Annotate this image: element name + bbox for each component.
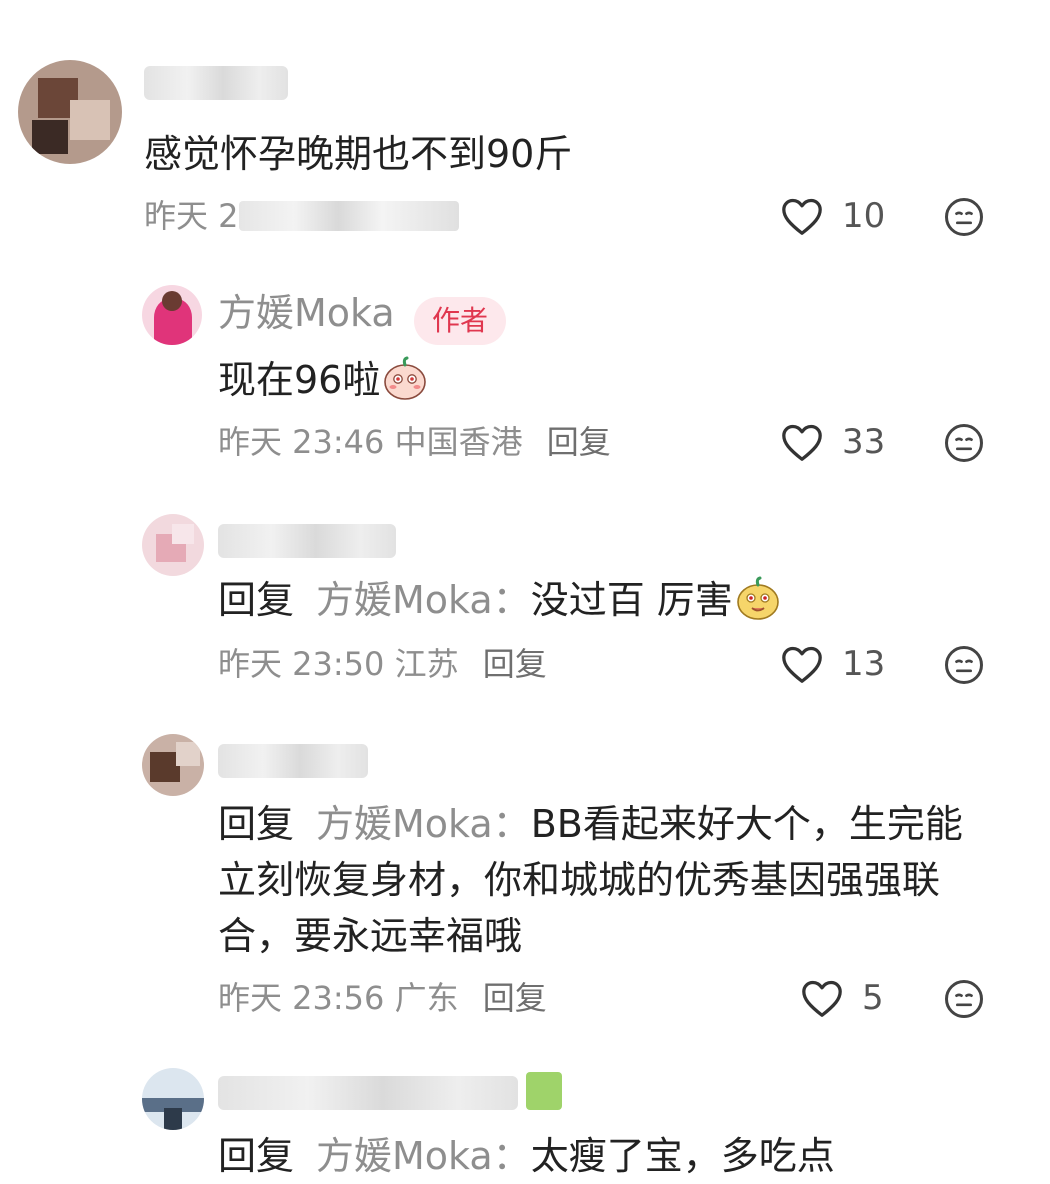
reply-to-name[interactable]: 方媛Moka： [316,1134,531,1178]
author-avatar[interactable] [142,285,202,345]
author-badge: 作者 [414,297,507,345]
like-count: 13 [842,644,886,684]
comment-3: 回复 方媛Moka：没过百 厉害 昨天 23:50 江苏 回复 13 [0,500,1050,720]
heart-outline-icon [782,198,822,235]
heart-outline-icon [782,646,822,683]
avatar[interactable] [142,514,204,576]
timestamp: 昨天 23:46 [218,423,385,461]
reply-link[interactable]: 回复 [483,979,547,1017]
reply-link[interactable]: 回复 [483,645,547,683]
comment-meta: 昨天 23:56 广东 回复 [218,982,547,1014]
comment-1: 感觉怀孕晚期也不到90斤 昨天 2 10 [0,0,1050,270]
reply-to-name[interactable]: 方媛Moka： [316,802,531,846]
avatar[interactable] [18,60,122,164]
reply-word: 回复 [218,802,295,846]
comment-text: 回复 方媛Moka：没过百 厉害 [218,572,978,628]
reply-word: 回复 [218,578,295,622]
like-button[interactable]: 5 [800,978,884,1018]
comment-4: 回复 方媛Moka：BB看起来好大个，生完能立刻恢复身材，你和城城的优秀基因强强联… [0,720,1050,1060]
like-count: 5 [862,978,884,1018]
comment-text: 现在96啦 [218,352,978,408]
comment-body: 现在96啦 [218,358,381,402]
like-button[interactable]: 10 [780,196,885,236]
comment-body: 太瘦了宝，多吃点 [530,1134,835,1178]
location: 广东 [394,979,459,1017]
avatar[interactable] [142,1068,204,1130]
like-count: 10 [842,196,886,236]
emoji-reaction-icon[interactable] [944,645,984,685]
reply-link[interactable]: 回复 [547,423,611,461]
yellow-face-emoji [736,576,779,620]
heart-outline-icon [782,424,822,461]
emoji-reaction-icon[interactable] [944,979,984,1019]
comment-meta: 昨天 23:50 江苏 回复 [218,648,547,680]
comment-5: 回复 方媛Moka：太瘦了宝，多吃点 [0,1060,1050,1178]
username-blurred[interactable] [218,524,396,558]
timestamp: 昨天 23:50 [218,645,385,683]
timestamp: 昨天 2 [144,197,239,235]
emoji-reaction-icon[interactable] [944,197,984,237]
like-button[interactable]: 33 [780,422,885,462]
username-emoji-blurred [526,1072,562,1110]
comment-text: 回复 方媛Moka：BB看起来好大个，生完能立刻恢复身材，你和城城的优秀基因强强联… [218,796,978,964]
username-blurred[interactable] [144,66,288,100]
avatar[interactable] [142,734,204,796]
timestamp: 昨天 23:56 [218,979,385,1017]
like-button[interactable]: 13 [780,644,885,684]
comment-meta: 昨天 23:46 中国香港 回复 [218,426,611,458]
blushing-face-emoji [384,356,427,400]
like-count: 33 [842,422,886,462]
comment-text: 回复 方媛Moka：太瘦了宝，多吃点 [218,1128,978,1184]
meta-blurred [238,201,459,231]
comment-meta: 昨天 2 [144,200,459,232]
username-blurred[interactable] [218,744,368,778]
comment-text: 感觉怀孕晚期也不到90斤 [144,132,573,176]
comment-body: 没过百 厉害 [530,578,733,622]
reply-word: 回复 [218,1134,295,1178]
reply-to-name[interactable]: 方媛Moka： [316,578,531,622]
heart-outline-icon [802,980,842,1017]
location: 江苏 [394,645,459,683]
author-name[interactable]: 方媛Moka [218,294,395,332]
location: 中国香港 [394,423,523,461]
emoji-reaction-icon[interactable] [944,423,984,463]
comment-2: 方媛Moka 作者 现在96啦 昨天 23:46 中国香港 回复 33 [0,270,1050,500]
username-blurred[interactable] [218,1076,518,1110]
